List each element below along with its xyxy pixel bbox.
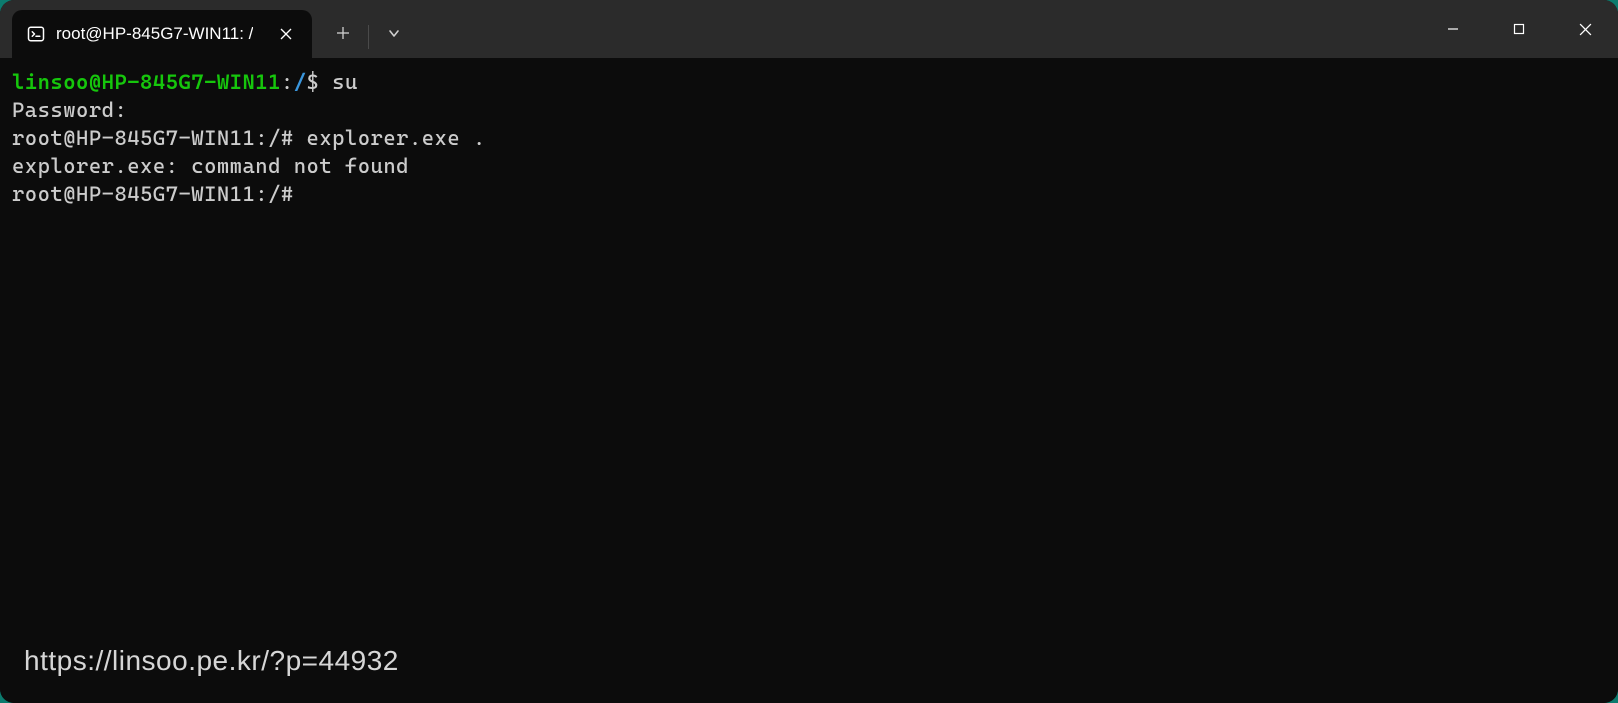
terminal-line: Password: [12,98,127,122]
window-controls [1420,0,1618,58]
terminal-line: root@HP-845G7-WIN11:/# [12,182,294,206]
terminal-line: root@HP-845G7-WIN11:/# explorer.exe . [12,126,486,150]
minimize-button[interactable] [1420,0,1486,58]
new-tab-button[interactable] [320,13,366,53]
prompt-char: $ [307,70,320,94]
terminal-line: explorer.exe: command not found [12,154,409,178]
terminal-icon [26,24,46,44]
close-button[interactable] [1552,0,1618,58]
tab-active[interactable]: root@HP-845G7-WIN11: / [12,10,312,58]
titlebar-drag-area[interactable] [417,0,1420,58]
prompt-sep: : [281,70,294,94]
prompt-user: linsoo@HP-845G7-WIN11 [12,70,281,94]
cmd-text: su [319,70,357,94]
terminal-window: root@HP-845G7-WIN11: / [0,0,1618,703]
tab-title: root@HP-845G7-WIN11: / [56,24,253,44]
tab-actions [312,0,417,58]
watermark-text: https://linsoo.pe.kr/?p=44932 [24,645,399,677]
prompt-path: / [294,70,307,94]
tab-dropdown-button[interactable] [371,13,417,53]
tab-strip: root@HP-845G7-WIN11: / [0,0,312,58]
titlebar: root@HP-845G7-WIN11: / [0,0,1618,58]
terminal-output[interactable]: linsoo@HP-845G7-WIN11:/$ su Password: ro… [0,58,1618,703]
tab-close-button[interactable] [272,20,300,48]
divider [368,25,369,49]
maximize-button[interactable] [1486,0,1552,58]
